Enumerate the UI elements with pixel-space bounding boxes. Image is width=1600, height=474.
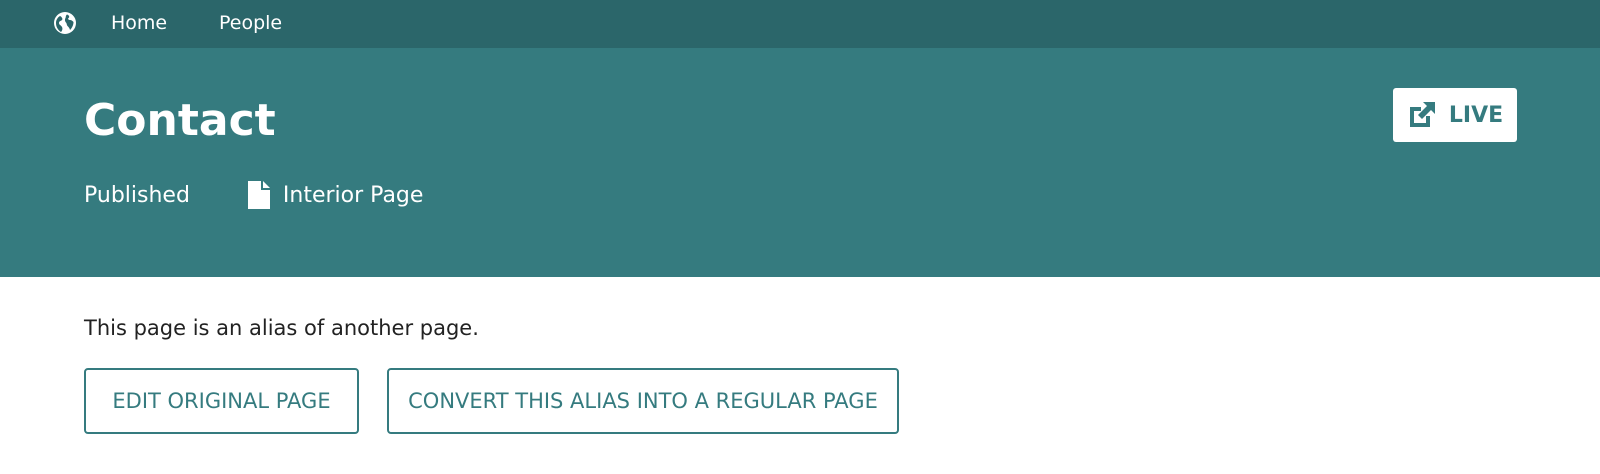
page-title: Contact (84, 95, 276, 146)
page-type-label: Interior Page (282, 182, 424, 208)
edit-original-page-button[interactable]: EDIT ORIGINAL PAGE (84, 368, 359, 434)
live-button[interactable]: LIVE (1393, 88, 1517, 142)
convert-alias-button[interactable]: CONVERT THIS ALIAS INTO A REGULAR PAGE (387, 368, 899, 434)
nav-home-link[interactable]: Home (111, 0, 167, 48)
alias-message: This page is an alias of another page. (84, 316, 479, 340)
nav-people-link[interactable]: People (219, 0, 282, 48)
external-link-icon (1409, 102, 1435, 127)
page-header: Contact Published Interior Page LIVE (0, 48, 1600, 277)
globe-icon[interactable] (53, 11, 77, 35)
live-button-label: LIVE (1448, 102, 1504, 128)
document-icon (247, 181, 270, 209)
top-navigation-bar: Home People (0, 0, 1600, 48)
page-meta: Published Interior Page (84, 179, 423, 211)
status-label: Published (84, 182, 190, 208)
